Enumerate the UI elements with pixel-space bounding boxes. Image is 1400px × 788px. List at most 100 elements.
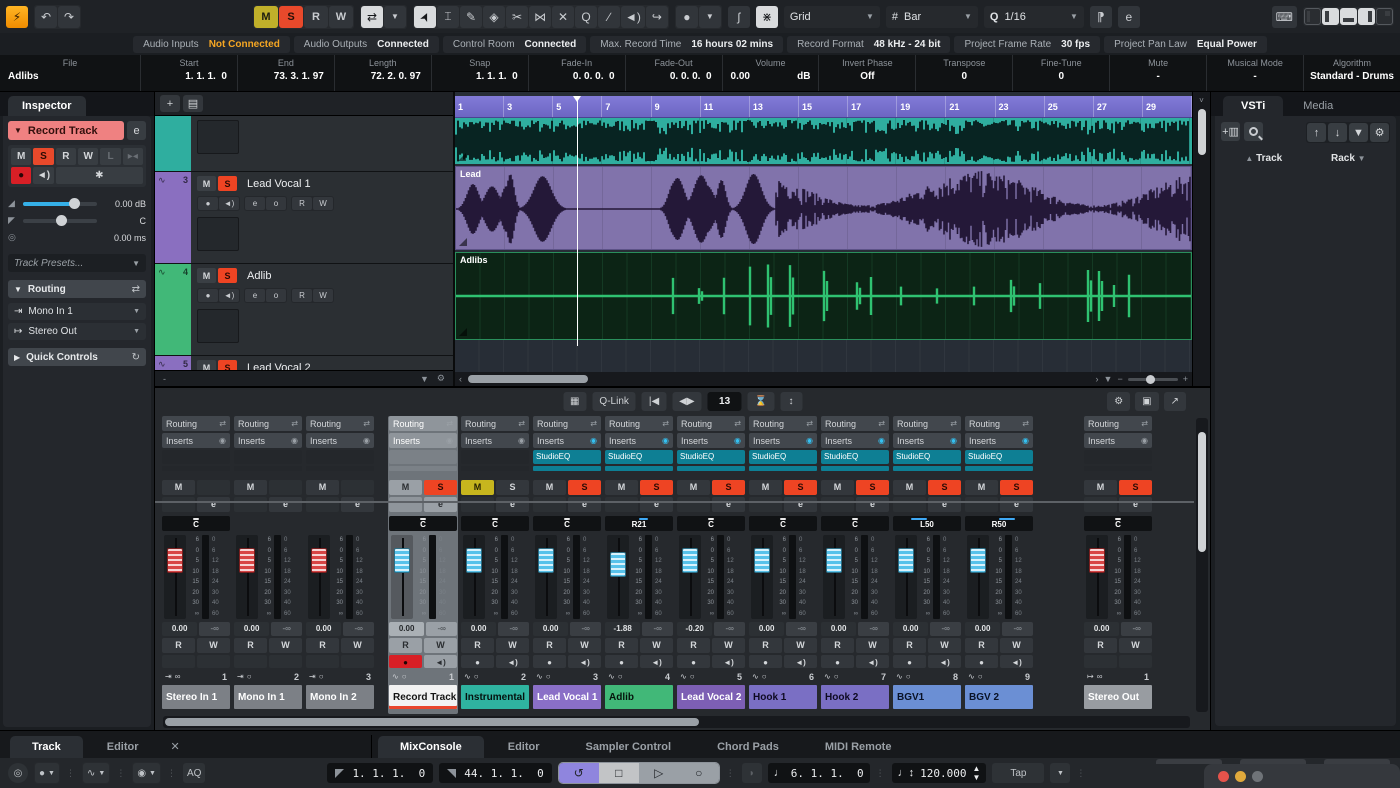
mixer-functions-gear-button[interactable]: ⚙ <box>1107 392 1130 411</box>
channel-solo-button[interactable]: S <box>568 480 601 495</box>
track-row-partial[interactable] <box>155 116 453 172</box>
global-w-button[interactable]: W <box>329 6 353 28</box>
pan-control[interactable]: R50 <box>965 516 1033 531</box>
channel-mute-button[interactable]: M <box>965 480 998 495</box>
write-automation-button[interactable]: W <box>341 638 374 653</box>
record-enable-button[interactable]: ● <box>965 655 998 668</box>
tool-object-selection[interactable]: ➤ <box>414 6 436 28</box>
info-field-transpose[interactable]: Transpose0 <box>915 55 1012 91</box>
punch-button[interactable]: ◗ <box>742 763 762 783</box>
cycle-button[interactable]: ↺ <box>559 763 599 783</box>
inserts-rack-header[interactable]: Inserts◉ <box>306 433 374 448</box>
peak-value[interactable]: -∞ <box>642 622 673 636</box>
scrollbar-thumb[interactable] <box>165 718 699 726</box>
read-automation-button[interactable]: R <box>389 638 422 653</box>
channel-strip-bgv-2[interactable]: Routing⇄ Inserts◉ StudioEQ M S e R50 605… <box>964 416 1034 714</box>
info-field-fine-tune[interactable]: Fine-Tune0 <box>1012 55 1109 91</box>
peak-value[interactable]: -∞ <box>858 622 889 636</box>
write-automation-button[interactable]: W <box>928 638 961 653</box>
horizontal-scrollbar[interactable]: ‹ › ▼ − + <box>455 372 1192 386</box>
pan-slider[interactable] <box>23 219 97 223</box>
autoscroll-options-button[interactable]: ▼ <box>384 6 406 28</box>
channel-strip-hook-2[interactable]: Routing⇄ Inserts◉ StudioEQ M S e C 60510… <box>820 416 890 714</box>
peak-value[interactable]: -∞ <box>1121 622 1152 636</box>
zoom-in-icon[interactable]: + <box>1183 374 1188 384</box>
channel-solo-button[interactable]: S <box>784 480 817 495</box>
track-mute-button[interactable]: M <box>197 268 216 283</box>
channel-strip-mono-in-1[interactable]: Routing⇄ Inserts◉ M e 60510152030∞ 06121… <box>233 416 303 714</box>
tool-glue[interactable]: ⋈ <box>529 6 551 28</box>
output-routing-dropdown[interactable]: ↦Stereo Out▼ <box>8 323 146 340</box>
monitor-button[interactable]: ◄) <box>496 655 529 668</box>
channel-solo-button[interactable]: S <box>712 480 745 495</box>
info-field-invert-phase[interactable]: Invert PhaseOff <box>818 55 915 91</box>
channel-edit-button[interactable]: e <box>1000 497 1033 512</box>
channel-mute-button[interactable]: M <box>533 480 566 495</box>
channel-name[interactable]: Lead Vocal 2 <box>677 685 745 709</box>
channel-mute-button[interactable]: M <box>749 480 782 495</box>
channel-solo-button[interactable]: S <box>1119 480 1152 495</box>
grid-type-dropdown[interactable]: #Bar▼ <box>886 6 978 28</box>
vsti-track-section[interactable]: ▲ Track <box>1245 153 1282 164</box>
channel-mute-button[interactable]: M <box>461 480 494 495</box>
channel-name[interactable]: Mono In 2 <box>306 685 374 709</box>
fader-value[interactable]: 0.00 <box>749 622 784 636</box>
fader-value[interactable]: 0.00 <box>306 622 341 636</box>
status-item[interactable]: Audio InputsNot Connected <box>133 36 290 53</box>
pan-control[interactable]: C <box>389 516 457 531</box>
channel-edit-button[interactable]: e <box>1119 497 1152 512</box>
lower-zone-tab-sampler-control[interactable]: Sampler Control <box>564 736 694 758</box>
midi-record-mode-button[interactable]: ◉▼ <box>133 763 160 783</box>
event-instrumental[interactable] <box>455 118 1192 164</box>
track-record-enable-button[interactable]: ● <box>198 197 218 210</box>
zoom-slider[interactable] <box>1128 378 1178 381</box>
info-field-fade-in[interactable]: Fade-In0. 0. 0. 0 <box>528 55 625 91</box>
pan-control[interactable]: C <box>749 516 817 531</box>
channel-mute-button[interactable]: M <box>605 480 638 495</box>
quantize-dropdown[interactable]: Q1/16▼ <box>984 6 1084 28</box>
autoscroll-button[interactable]: ⇄ <box>361 6 383 28</box>
monitor-button[interactable]: ◄) <box>712 655 745 668</box>
track-scroll-down-icon[interactable]: ▼ <box>420 374 429 384</box>
peak-value[interactable]: -∞ <box>714 622 745 636</box>
channel-step-button[interactable]: ◀▶ <box>672 392 701 411</box>
peak-value[interactable]: -∞ <box>343 622 374 636</box>
info-field-end[interactable]: End73. 3. 1. 97 <box>237 55 334 91</box>
track-write-automation-button[interactable]: W <box>313 197 333 210</box>
close-icon[interactable]: ✕ <box>163 735 188 758</box>
write-automation-button[interactable]: W <box>496 638 529 653</box>
channel-fader[interactable] <box>967 535 989 619</box>
mixer-horizontal-scrollbar[interactable] <box>163 716 1190 728</box>
track-record-enable-button[interactable]: ● <box>198 289 218 302</box>
toggle-left-zone-button[interactable] <box>1322 8 1339 25</box>
info-field-file[interactable]: FileAdlibs <box>0 55 140 91</box>
lower-zone-tab-midi-remote[interactable]: MIDI Remote <box>803 736 914 758</box>
event-adlibs[interactable]: Adlibs <box>455 252 1192 340</box>
inserts-rack-header[interactable]: Inserts◉ <box>234 433 302 448</box>
rack-settings-button[interactable]: ⚙ <box>1370 123 1389 142</box>
track-read-automation-button[interactable]: R <box>292 289 312 302</box>
read-automation-button[interactable]: R <box>306 638 339 653</box>
inserts-rack-header[interactable]: Inserts◉ <box>1084 433 1152 448</box>
read-automation-button[interactable]: R <box>1084 638 1117 653</box>
pan-control[interactable]: L50 <box>893 516 961 531</box>
channel-edit-button[interactable]: e <box>640 497 673 512</box>
fader-value[interactable]: 0.00 <box>965 622 1000 636</box>
tempo-display[interactable]: ♩↕120.000▲▼ <box>892 763 987 783</box>
channel-strip-mono-in-2[interactable]: Routing⇄ Inserts◉ M e 60510152030∞ 06121… <box>305 416 375 714</box>
timeline-ruler[interactable]: 1357911131517192123252729 <box>455 96 1192 118</box>
inspector-solo-button[interactable]: S <box>33 148 53 165</box>
right-zone-tab-vsti[interactable]: VSTi <box>1223 96 1283 116</box>
move-down-button[interactable]: ↓ <box>1328 123 1347 142</box>
channel-edit-button[interactable]: e <box>856 497 889 512</box>
peak-value[interactable]: -∞ <box>930 622 961 636</box>
delay-value[interactable]: 0.00 ms <box>102 233 146 243</box>
toggle-lower-zone-button[interactable] <box>1340 8 1357 25</box>
status-item[interactable]: Audio OutputsConnected <box>294 36 439 53</box>
read-automation-button[interactable]: R <box>965 638 998 653</box>
channel-fader[interactable] <box>236 535 258 619</box>
global-m-button[interactable]: M <box>254 6 278 28</box>
channel-edit-button[interactable]: e <box>496 497 529 512</box>
channel-name[interactable]: Instrumental <box>461 685 529 709</box>
monitor-button[interactable]: ◄) <box>928 655 961 668</box>
